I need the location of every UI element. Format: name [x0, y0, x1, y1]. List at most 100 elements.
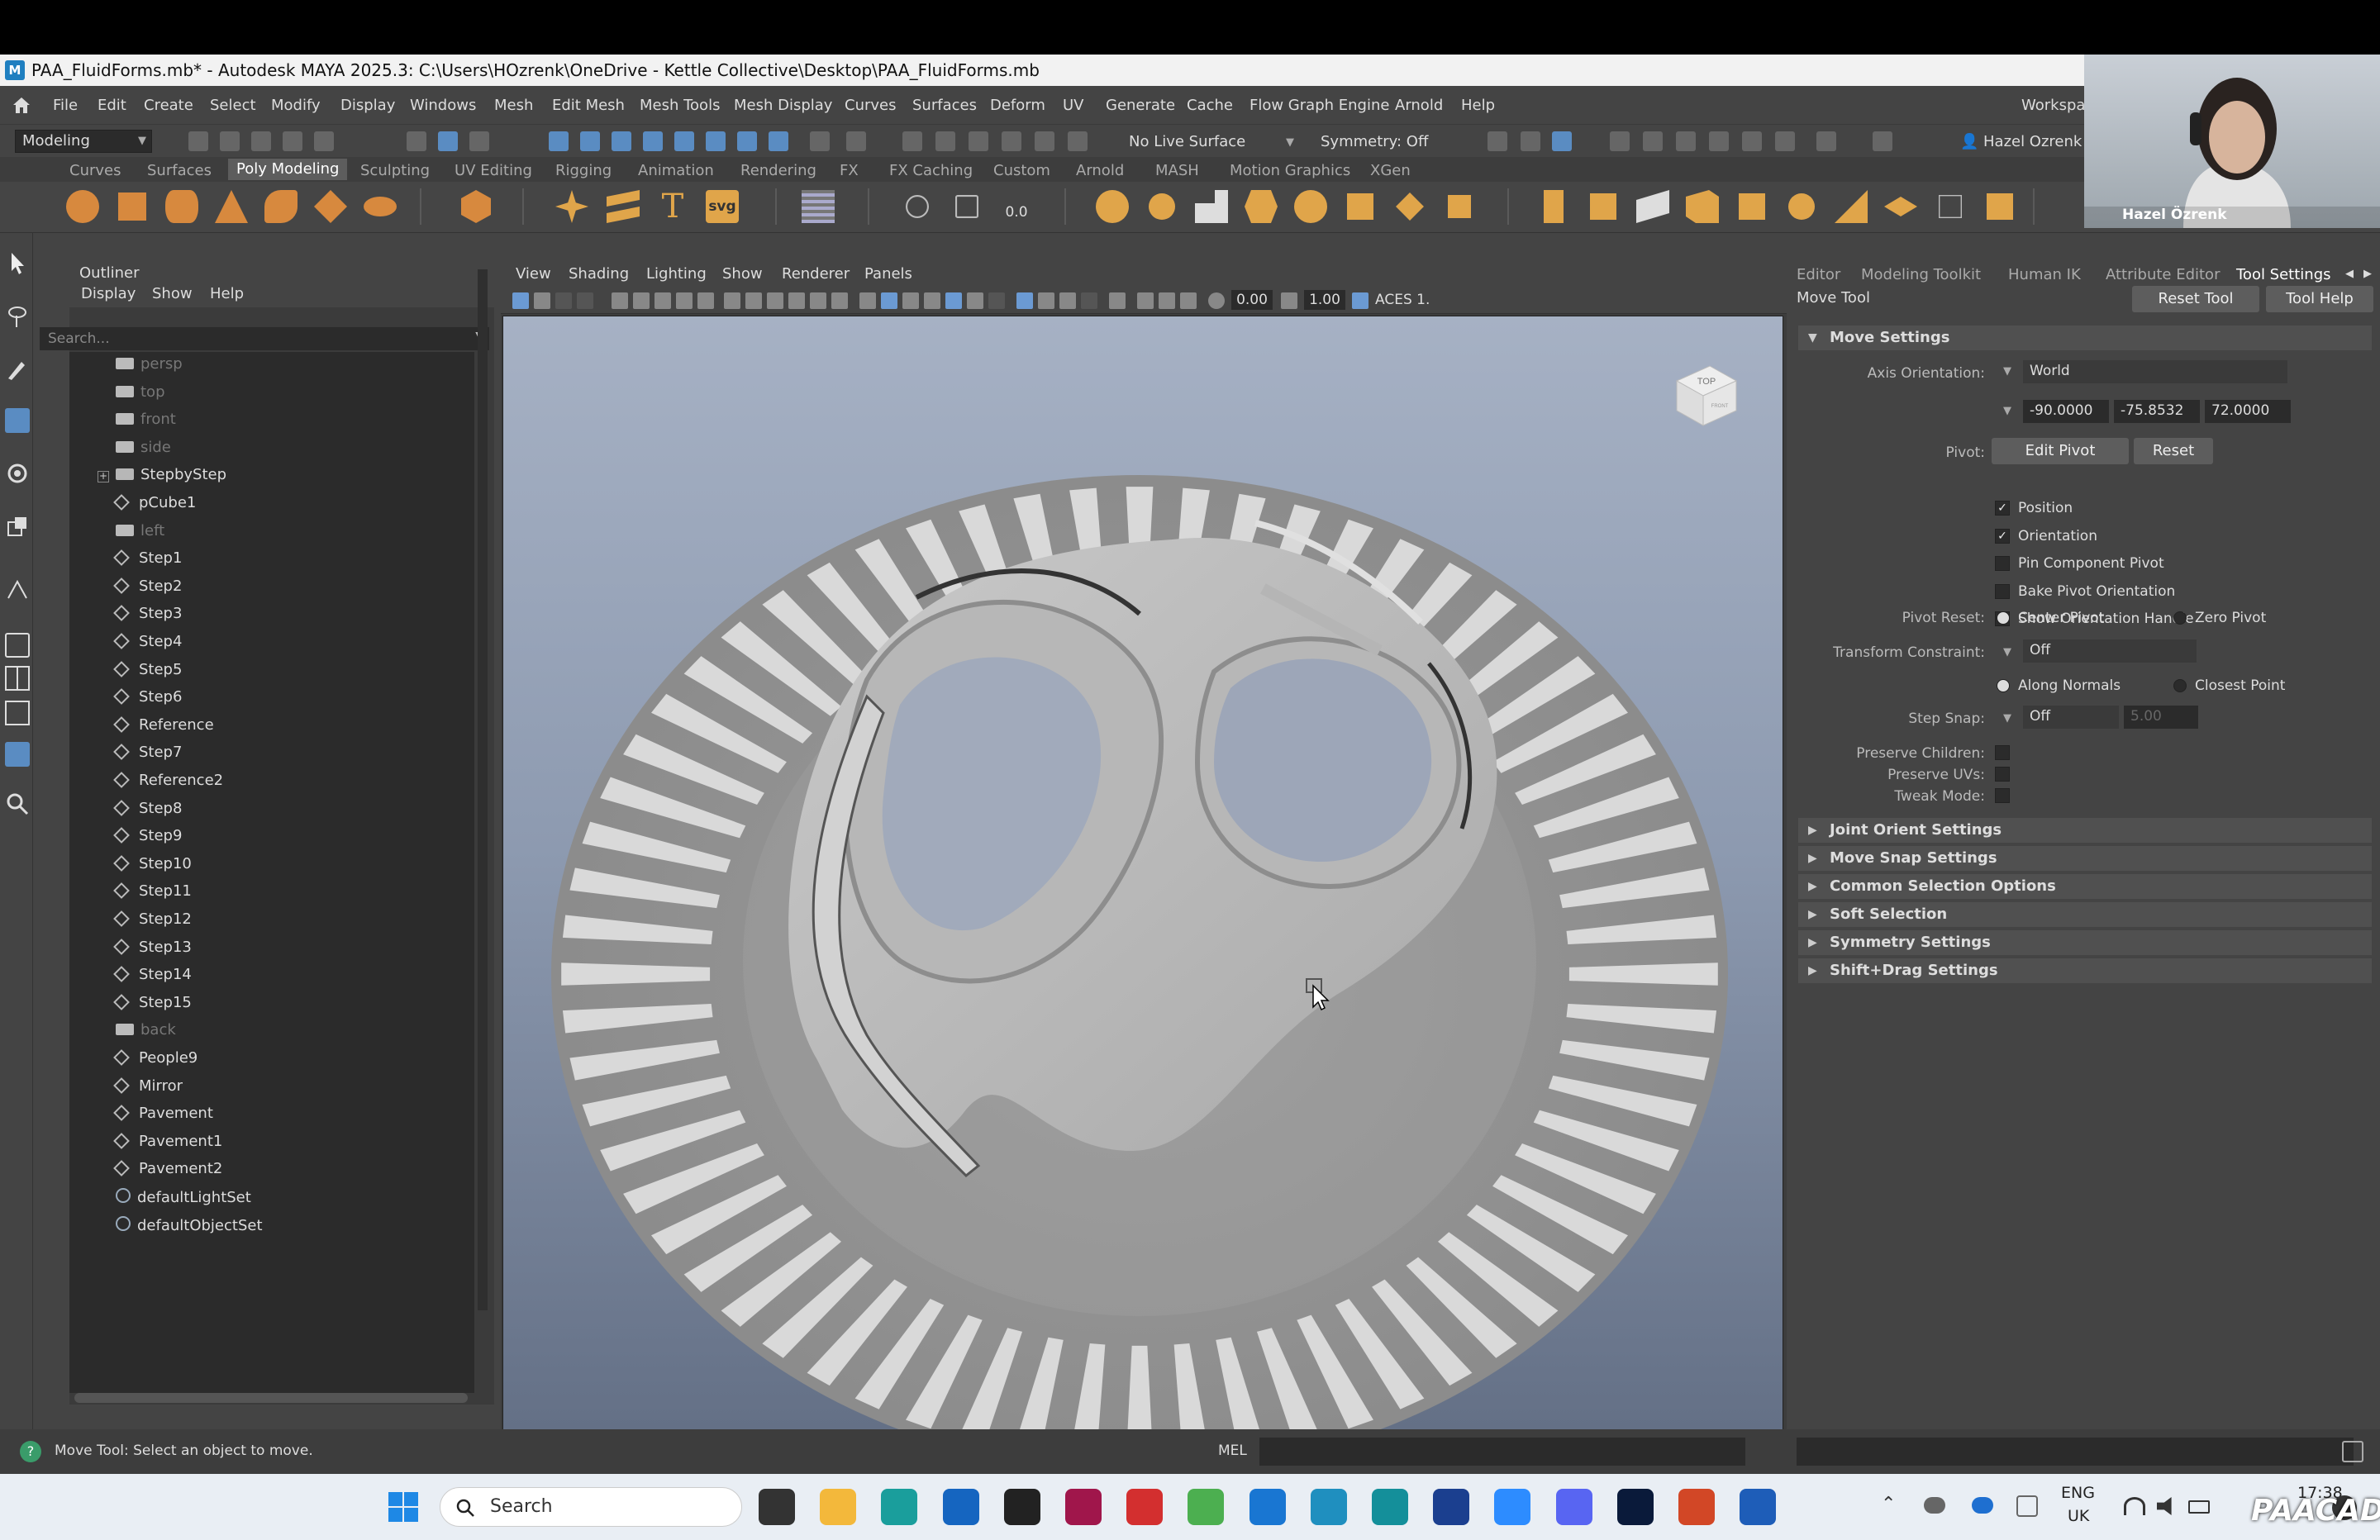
play-blast-icon[interactable]: [1610, 131, 1630, 151]
paint-select-tool-icon[interactable]: [5, 357, 30, 382]
shelf-tab-animation[interactable]: Animation: [638, 162, 714, 179]
outliner-item[interactable]: Step5: [113, 661, 182, 682]
outliner-item[interactable]: Step6: [113, 688, 182, 710]
tab-editor[interactable]: Editor: [1797, 266, 1840, 283]
axis-orientation-select[interactable]: World: [2023, 360, 2287, 383]
shelf-tab-arnold[interactable]: Arnold: [1076, 162, 1124, 179]
lasso-tool-icon[interactable]: [5, 304, 30, 329]
snap-live-icon[interactable]: [706, 131, 726, 151]
poly-torus-icon[interactable]: [264, 190, 298, 223]
append-polygon-icon[interactable]: [1739, 193, 1765, 220]
script-language-toggle[interactable]: MEL: [1218, 1443, 1247, 1459]
menu-uv[interactable]: UV: [1063, 97, 1084, 114]
home-icon[interactable]: [12, 96, 31, 114]
safe-action-icon[interactable]: [831, 292, 848, 309]
settings-section[interactable]: ▶ Soft Selection: [1798, 902, 2372, 927]
lock-normals-icon[interactable]: [906, 195, 929, 218]
super-shape-icon[interactable]: [555, 190, 588, 223]
menu-generate[interactable]: Generate: [1106, 97, 1175, 114]
depth-of-field-icon[interactable]: [1180, 292, 1197, 309]
help-question-icon[interactable]: ?: [20, 1441, 41, 1462]
mirror-icon[interactable]: [1294, 190, 1327, 223]
language-indicator[interactable]: ENG: [2061, 1484, 2095, 1502]
closest-point-radio[interactable]: [2173, 679, 2187, 692]
menu-edit-mesh[interactable]: Edit Mesh: [552, 97, 625, 114]
battery-icon[interactable]: [2188, 1500, 2210, 1514]
search-icon[interactable]: [5, 791, 30, 816]
tab-modeling-toolkit[interactable]: Modeling Toolkit: [1861, 266, 1981, 283]
lock-icon[interactable]: [810, 131, 830, 151]
exposure-field[interactable]: 0.00: [1231, 290, 1273, 310]
camera-attributes-icon[interactable]: [534, 292, 550, 309]
outliner-item[interactable]: Step11: [113, 882, 192, 904]
shelf-tab-motion-graphics[interactable]: Motion Graphics: [1230, 162, 1350, 179]
tab-attribute-editor[interactable]: Attribute Editor: [2106, 266, 2220, 283]
grid-icon[interactable]: [724, 292, 740, 309]
shelf-tab-curves[interactable]: Curves: [69, 162, 121, 179]
reduce-icon[interactable]: [1396, 192, 1424, 221]
soft-mod-icon[interactable]: [5, 577, 30, 601]
outliner-item[interactable]: left: [116, 522, 164, 544]
menu-select[interactable]: Select: [210, 97, 256, 114]
outliner-item[interactable]: Step13: [113, 939, 192, 960]
move-settings-section[interactable]: ▼ Move Settings: [1798, 326, 2372, 350]
photoshop-app-icon[interactable]: [1616, 1489, 1654, 1525]
discord-app-icon[interactable]: [1555, 1489, 1592, 1525]
shelf-tab-uv-editing[interactable]: UV Editing: [455, 162, 532, 179]
bookmark-flag-icon[interactable]: [654, 292, 671, 309]
scale-tool-icon[interactable]: [5, 514, 30, 539]
four-view-layout-icon[interactable]: [5, 666, 30, 691]
ambient-occlusion-icon[interactable]: [1081, 292, 1097, 309]
exposure-icon[interactable]: [1208, 292, 1225, 309]
save-scene-icon[interactable]: [251, 131, 271, 151]
resolution-gate-icon[interactable]: [767, 292, 783, 309]
camera-icon[interactable]: [612, 292, 628, 309]
magnet-icon[interactable]: [969, 131, 988, 151]
open-scene-icon[interactable]: [220, 131, 240, 151]
user-account-name[interactable]: Hazel Ozrenk: [1983, 133, 2082, 150]
select-object-icon[interactable]: [438, 131, 458, 151]
xray-joints-icon[interactable]: [1038, 292, 1054, 309]
wireframe-icon[interactable]: [859, 292, 876, 309]
globe-icon[interactable]: [1742, 131, 1762, 151]
wifi-icon[interactable]: [2124, 1497, 2145, 1515]
outliner-item[interactable]: Pavement: [113, 1105, 213, 1126]
outliner-item[interactable]: back: [116, 1021, 176, 1043]
command-line-input[interactable]: [1259, 1438, 1745, 1466]
outliner-item[interactable]: defaultLightSet: [116, 1188, 251, 1210]
sweep-mesh-icon[interactable]: [607, 190, 640, 223]
outliner-menu-help[interactable]: Help: [210, 285, 244, 302]
select-tool-icon[interactable]: [5, 251, 30, 276]
along-normals-radio[interactable]: [1997, 679, 2010, 692]
sketch-app-icon[interactable]: [1433, 1489, 1470, 1525]
shelf-tab-fx-caching[interactable]: FX Caching: [889, 162, 973, 179]
outliner-menu-show[interactable]: Show: [152, 285, 193, 302]
menu-flow-graph-engine[interactable]: Flow Graph Engine: [1250, 97, 1389, 114]
preserve-uvs-checkbox[interactable]: [1995, 767, 2010, 782]
outliner-item[interactable]: People9: [113, 1049, 198, 1071]
settings-section[interactable]: ▶ Joint Orient Settings: [1798, 818, 2372, 843]
snap-view-plane-icon[interactable]: [674, 131, 694, 151]
menu-surfaces[interactable]: Surfaces: [912, 97, 977, 114]
viewport-menu-view[interactable]: View: [516, 265, 551, 283]
viewport-menu-lighting[interactable]: Lighting: [646, 265, 707, 283]
viewport-menu-shading[interactable]: Shading: [569, 265, 629, 283]
outliner-item[interactable]: Reference2: [113, 772, 223, 793]
redo-icon[interactable]: [314, 131, 334, 151]
outliner-item[interactable]: Step2: [113, 578, 182, 599]
viewport-menu-renderer[interactable]: Renderer: [782, 265, 850, 283]
settings-section[interactable]: ▶ Symmetry Settings: [1798, 930, 2372, 955]
shelf-tab-fx[interactable]: FX: [840, 162, 859, 179]
outliner-item[interactable]: Step4: [113, 633, 182, 654]
shelf-tab-xgen[interactable]: XGen: [1370, 162, 1411, 179]
separate-icon[interactable]: [1149, 193, 1175, 220]
outliner-item[interactable]: Step10: [113, 855, 192, 877]
chevron-up-icon[interactable]: ⌃: [1881, 1494, 1896, 1514]
outliner-item[interactable]: Step7: [113, 744, 182, 765]
outliner-search-input[interactable]: Search... ▼: [40, 327, 489, 350]
edit-edge-flow-icon[interactable]: [1987, 193, 2013, 220]
outliner-item[interactable]: + StepbyStep: [98, 466, 226, 487]
pivot-option-checkbox[interactable]: ✓: [1995, 501, 2010, 516]
symmetry-field[interactable]: Symmetry: Off: [1321, 133, 1428, 150]
chevron-down-icon[interactable]: ▼: [2003, 365, 2011, 378]
